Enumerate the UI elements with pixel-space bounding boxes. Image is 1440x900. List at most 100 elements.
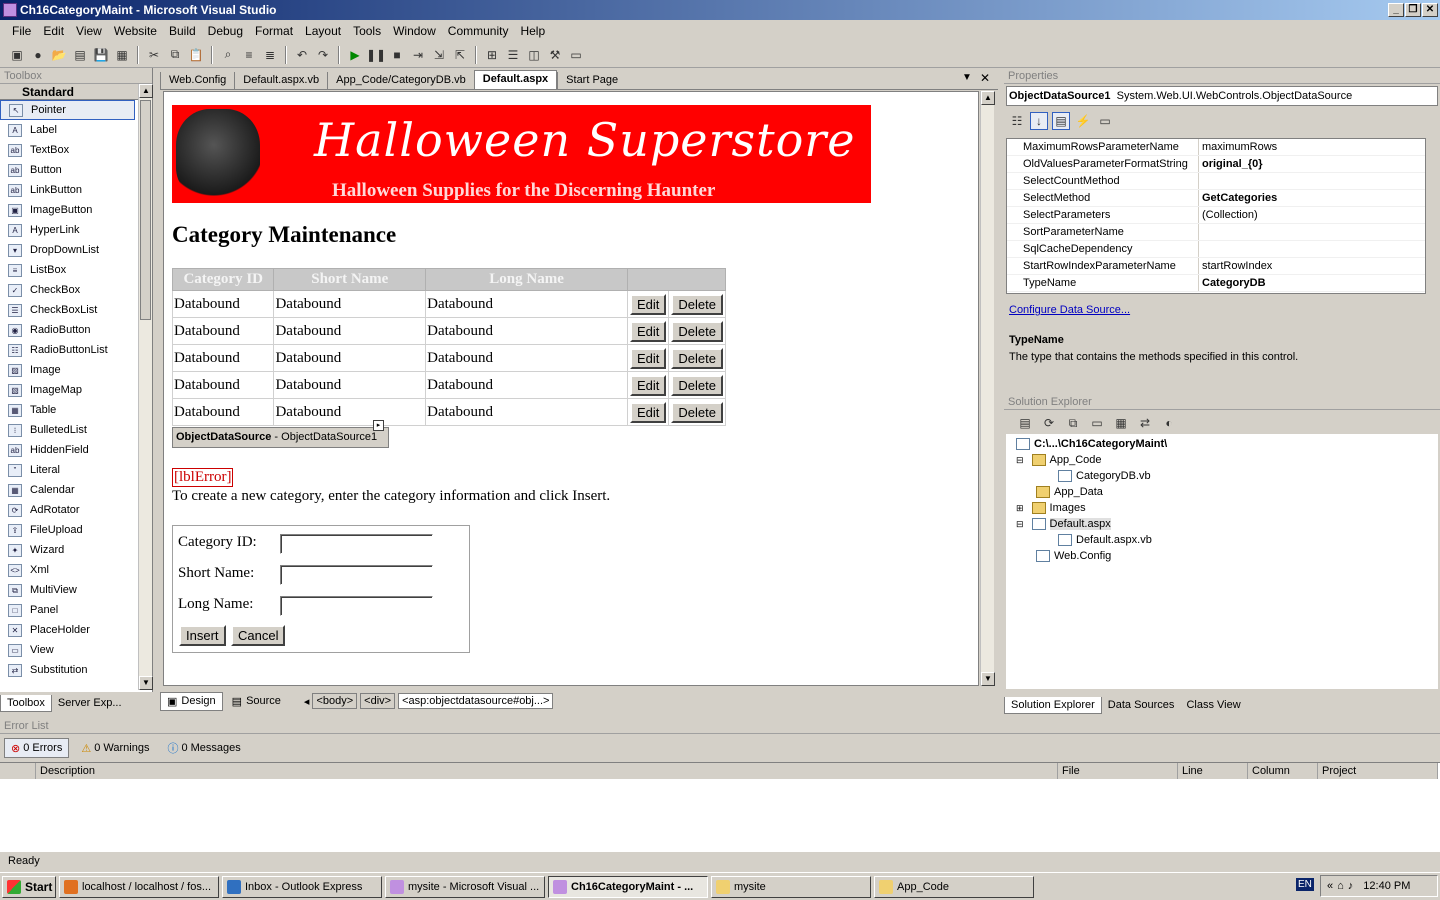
tab-class-view[interactable]: Class View xyxy=(1180,697,1246,713)
scroll-up-icon[interactable]: ▲ xyxy=(981,91,995,105)
prop-row[interactable]: SelectMethod GetCategories xyxy=(1007,190,1425,207)
save-icon[interactable]: 💾 xyxy=(92,46,110,64)
tab-default-aspx[interactable]: Default.aspx xyxy=(473,70,558,89)
delete-button[interactable]: Delete xyxy=(671,347,723,369)
scroll-down-icon[interactable]: ▼ xyxy=(139,676,153,690)
collapse-icon[interactable]: ⊟ xyxy=(1016,455,1024,466)
tree-node-app-code[interactable]: ⊟ App_Code xyxy=(1016,454,1102,466)
toolbox-item-table[interactable]: ▦ Table xyxy=(0,400,135,420)
view-designer-icon[interactable]: ▦ xyxy=(1112,414,1130,432)
tab-solution-explorer[interactable]: Solution Explorer xyxy=(1004,696,1102,714)
toolbox-item-fileupload[interactable]: ⇪ FileUpload xyxy=(0,520,135,540)
prop-row[interactable]: TypeName CategoryDB xyxy=(1007,275,1425,292)
tray-volume-icon[interactable]: ♪ xyxy=(1348,880,1354,892)
edit-button[interactable]: Edit xyxy=(630,401,667,423)
toolbox-item-radiobutton[interactable]: ◉ RadioButton xyxy=(0,320,135,340)
menu-view[interactable]: View xyxy=(70,24,108,38)
crumb-back-icon[interactable]: ◂ xyxy=(304,695,310,708)
errors-toggle[interactable]: ⊗ 0 Errors xyxy=(4,738,70,758)
minimize-button[interactable]: _ xyxy=(1388,3,1404,17)
tree-node-default-aspx[interactable]: ⊟ Default.aspx xyxy=(1016,518,1111,530)
step-icon[interactable]: ⇥ xyxy=(409,46,427,64)
toolbox-item-xml[interactable]: <> Xml xyxy=(0,560,135,580)
toolbox-item-button[interactable]: ab Button xyxy=(0,160,135,180)
toolbox-item-view[interactable]: ▭ View xyxy=(0,640,135,660)
tab-toolbox[interactable]: Toolbox xyxy=(0,694,52,712)
tab-web-config[interactable]: Web.Config xyxy=(160,72,234,89)
delete-button[interactable]: Delete xyxy=(671,374,723,396)
step-into-icon[interactable]: ⇲ xyxy=(430,46,448,64)
properties-icon[interactable]: ☰ xyxy=(504,46,522,64)
col-column[interactable]: Column xyxy=(1248,763,1318,779)
prop-row[interactable]: SortParameterName xyxy=(1007,224,1425,241)
view-code-icon[interactable]: ▭ xyxy=(1088,414,1106,432)
add-item-icon[interactable]: ● xyxy=(29,46,47,64)
toolbox-item-bulletedlist[interactable]: ⁝ BulletedList xyxy=(0,420,135,440)
start-debug-icon[interactable]: ▶ xyxy=(346,46,364,64)
property-pages-icon[interactable]: ▭ xyxy=(1096,112,1114,130)
category-id-input[interactable] xyxy=(280,534,433,554)
categories-gridview[interactable]: Category ID Short Name Long Name Databou… xyxy=(171,268,726,426)
copy-icon[interactable]: ⧉ xyxy=(166,46,184,64)
tab-categorydb-vb[interactable]: App_Code/CategoryDB.vb xyxy=(327,72,474,89)
toolbox-item-wizard[interactable]: ✦ Wizard xyxy=(0,540,135,560)
tab-server-explorer[interactable]: Server Exp... xyxy=(52,695,128,711)
undo-icon[interactable]: ↶ xyxy=(293,46,311,64)
taskbar-item-ch16-vs[interactable]: Ch16CategoryMaint - ... xyxy=(548,875,708,898)
toolbox-item-linkbutton[interactable]: ab LinkButton xyxy=(0,180,135,200)
tray-network-icon[interactable]: ⌂ xyxy=(1337,880,1344,892)
crumb-body[interactable]: <body> xyxy=(312,693,358,709)
toolbox-item-checkbox[interactable]: ✓ CheckBox xyxy=(0,280,135,300)
toolbox-item-hiddenfield[interactable]: ab HiddenField xyxy=(0,440,135,460)
menu-edit[interactable]: Edit xyxy=(37,24,70,38)
menu-window[interactable]: Window xyxy=(387,24,442,38)
taskbar-item-outlook[interactable]: Inbox - Outlook Express xyxy=(222,875,382,898)
collapse-icon[interactable]: ⊟ xyxy=(1016,519,1024,530)
prop-row[interactable]: SqlCacheDependency xyxy=(1007,241,1425,258)
scroll-down-icon[interactable]: ▼ xyxy=(981,672,995,686)
toolbox-item-pointer[interactable]: ↖ Pointer xyxy=(0,100,135,120)
tab-start-page[interactable]: Start Page xyxy=(557,72,626,89)
taskbar-item-browser[interactable]: localhost / localhost / fos... xyxy=(59,875,219,898)
redo-icon[interactable]: ↷ xyxy=(314,46,332,64)
source-view-tab[interactable]: ▤ Source xyxy=(226,693,287,710)
nest-files-icon[interactable]: ⧉ xyxy=(1064,414,1082,432)
objectdatasource-control[interactable]: ObjectDataSource - ObjectDataSource1 ▸ xyxy=(172,420,389,448)
language-indicator[interactable]: EN xyxy=(1296,878,1314,891)
col-description[interactable]: Description xyxy=(36,763,1058,779)
prop-row[interactable]: StartRowIndexParameterName startRowIndex xyxy=(1007,258,1425,275)
toolbox-item-radiobuttonlist[interactable]: ☷ RadioButtonList xyxy=(0,340,135,360)
menu-community[interactable]: Community xyxy=(442,24,515,38)
tree-node-images[interactable]: ⊞ Images xyxy=(1016,502,1086,514)
cut-icon[interactable]: ✂ xyxy=(145,46,163,64)
tree-node-default-aspx-vb[interactable]: Default.aspx.vb xyxy=(1058,534,1152,546)
restore-button[interactable]: ❐ xyxy=(1405,3,1421,17)
col-file[interactable]: File xyxy=(1058,763,1178,779)
toolbox-scrollbar[interactable]: ▲ ▼ xyxy=(138,84,153,690)
menu-website[interactable]: Website xyxy=(108,24,163,38)
expand-icon[interactable]: ⊞ xyxy=(1016,503,1024,514)
options-icon[interactable]: ▭ xyxy=(567,46,585,64)
copy-website-icon[interactable]: ⇄ xyxy=(1136,414,1154,432)
step-out-icon[interactable]: ⇱ xyxy=(451,46,469,64)
tab-default-aspx-vb[interactable]: Default.aspx.vb xyxy=(234,72,327,89)
short-name-input[interactable] xyxy=(280,565,433,585)
tree-node-categorydb[interactable]: CategoryDB.vb xyxy=(1058,470,1151,482)
long-name-input[interactable] xyxy=(280,596,433,616)
open-icon[interactable]: 📂 xyxy=(50,46,68,64)
toolbox-icon[interactable]: ⚒ xyxy=(546,46,564,64)
menu-help[interactable]: Help xyxy=(514,24,551,38)
delete-button[interactable]: Delete xyxy=(671,293,723,315)
object-browser-icon[interactable]: ◫ xyxy=(525,46,543,64)
pause-icon[interactable]: ❚❚ xyxy=(366,46,386,64)
insert-button[interactable]: Insert xyxy=(179,625,226,646)
solution-explorer-icon[interactable]: ⊞ xyxy=(483,46,501,64)
start-button[interactable]: Start xyxy=(2,875,56,898)
comment-icon[interactable]: ≡ xyxy=(240,46,258,64)
prop-row[interactable]: OldValuesParameterFormatString original_{… xyxy=(1007,156,1425,173)
warnings-toggle[interactable]: ⚠ 0 Warnings xyxy=(75,738,155,758)
menu-file[interactable]: File xyxy=(6,24,37,38)
messages-toggle[interactable]: ⓘ 0 Messages xyxy=(161,738,246,758)
edit-button[interactable]: Edit xyxy=(630,347,667,369)
tree-root[interactable]: C:\...\Ch16CategoryMaint\ xyxy=(1016,438,1167,450)
